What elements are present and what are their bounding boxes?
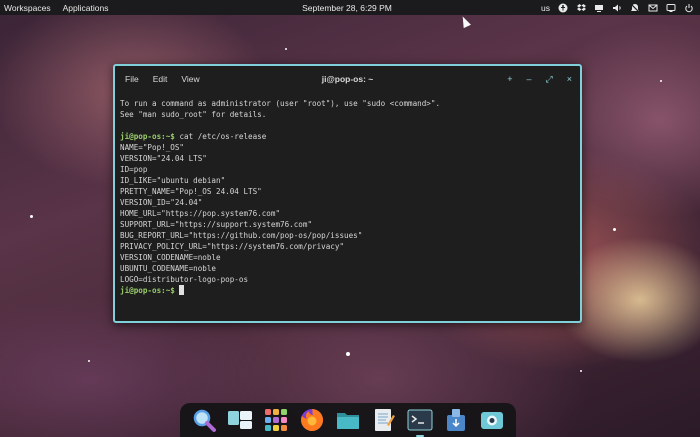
shell-prompt: ji@pop-os:~$ (120, 286, 175, 295)
background-star (346, 352, 350, 356)
terminal-line: To run a command as administrator (user … (120, 99, 441, 108)
background-star (660, 80, 662, 82)
network-icon[interactable] (594, 3, 604, 12)
text-editor-icon[interactable] (371, 407, 397, 433)
mouse-cursor (459, 14, 471, 29)
workspaces-icon[interactable] (227, 407, 253, 433)
terminal-icon[interactable] (407, 407, 433, 437)
terminal-line: ji@pop-os:~$ (120, 285, 575, 296)
background-star (30, 215, 33, 218)
top-panel: Workspaces Applications September 28, 6:… (0, 0, 700, 15)
terminal-line: HOME_URL="https://pop.system76.com" (120, 209, 281, 218)
mail-icon[interactable] (648, 3, 658, 12)
terminal-line: VERSION="24.04 LTS" (120, 154, 207, 163)
display-icon[interactable] (666, 3, 676, 12)
background-star (88, 360, 90, 362)
terminal-line: ji@pop-os:~$ cat /etc/os-release (120, 131, 575, 142)
maximize-icon[interactable]: ⤢ (546, 74, 553, 85)
terminal-line: VERSION_ID="24.04" (120, 198, 203, 207)
terminal-line: LOGO=distributor-logo-pop-os (120, 275, 249, 284)
power-icon[interactable] (684, 3, 694, 13)
background-star (285, 48, 287, 50)
notifications-off-icon[interactable] (630, 3, 640, 13)
screenshot-icon[interactable] (479, 407, 505, 433)
terminal-header[interactable]: ji@pop-os: ~ File Edit View + – ⤢ × (115, 66, 580, 92)
accessibility-icon[interactable] (558, 3, 568, 13)
app-grid-icon[interactable] (263, 407, 289, 433)
window-controls: + – ⤢ × (507, 74, 572, 85)
terminal-line: ID_LIKE="ubuntu debian" (120, 176, 226, 185)
terminal-line: PRIVACY_POLICY_URL="https://system76.com… (120, 242, 345, 251)
terminal-line: VERSION_CODENAME=noble (120, 253, 221, 262)
new-tab-icon[interactable]: + (507, 74, 512, 84)
search-launcher-icon[interactable] (191, 407, 217, 433)
keyboard-layout[interactable]: us (541, 3, 550, 13)
pop-shop-icon[interactable] (443, 407, 469, 433)
terminal-line: See "man sudo_root" for details. (120, 110, 267, 119)
background-star (580, 370, 582, 372)
files-icon[interactable] (335, 407, 361, 433)
volume-icon[interactable] (612, 3, 622, 12)
firefox-icon[interactable] (299, 407, 325, 433)
terminal-line: BUG_REPORT_URL="https://github.com/pop-o… (120, 231, 363, 240)
terminal-line: UBUNTU_CODENAME=noble (120, 264, 217, 273)
terminal-line: SUPPORT_URL="https://support.system76.co… (120, 220, 313, 229)
shell-prompt: ji@pop-os:~$ (120, 132, 175, 141)
terminal-line: PRETTY_NAME="Pop!_OS 24.04 LTS" (120, 187, 262, 196)
dock (180, 403, 516, 437)
terminal-output[interactable]: To run a command as administrator (user … (115, 92, 580, 302)
shell-command: cat /etc/os-release (174, 132, 267, 141)
terminal-line: ​ (120, 120, 575, 131)
terminal-line: NAME="Pop!_OS" (120, 143, 185, 152)
close-icon[interactable]: × (567, 74, 572, 84)
terminal-window[interactable]: ji@pop-os: ~ File Edit View + – ⤢ × To r… (113, 64, 582, 323)
system-tray: us (541, 0, 694, 15)
dropbox-icon[interactable] (576, 3, 586, 12)
text-cursor (179, 285, 185, 295)
minimize-icon[interactable]: – (527, 74, 532, 84)
terminal-line: ID=pop (120, 165, 148, 174)
background-star (613, 228, 616, 231)
